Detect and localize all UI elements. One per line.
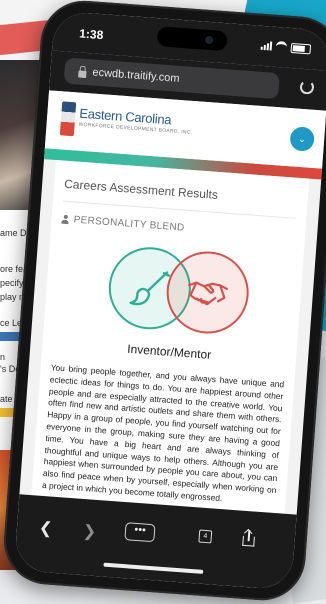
tabs-button[interactable]: 4 (198, 529, 213, 544)
wifi-icon (275, 40, 288, 53)
share-icon[interactable] (242, 528, 255, 547)
personality-blend-diagram (53, 231, 294, 358)
battery-icon (290, 42, 312, 54)
menu-button[interactable]: ⌄ (289, 126, 316, 152)
result-description: You bring people together, and you alway… (41, 362, 285, 504)
background-snippet: n (0, 352, 6, 362)
phone-screen: 1:38 ecwdb.traitify.com Eastern Carolina (13, 10, 326, 591)
signal-icon (260, 41, 273, 51)
more-button[interactable]: ••• (124, 522, 156, 543)
forward-icon[interactable]: ❯ (82, 521, 97, 542)
url-text: ecwdb.traitify.com (92, 66, 180, 85)
lock-icon (78, 69, 87, 78)
camera-icon (204, 35, 214, 45)
page-title: Careers Assessment Results (62, 170, 299, 219)
home-indicator[interactable] (103, 562, 204, 574)
section-label: PERSONALITY BLEND (73, 214, 185, 234)
lighthouse-logo-icon (59, 101, 77, 137)
dynamic-island (156, 26, 228, 52)
status-icons (260, 40, 312, 55)
handshake-icon (188, 281, 229, 306)
chevron-down-icon: ⌄ (298, 133, 307, 144)
reload-icon[interactable] (299, 79, 315, 95)
background-snippet: ate (0, 394, 13, 404)
back-icon[interactable]: ❮ (38, 518, 53, 539)
phone-device: 1:38 ecwdb.traitify.com Eastern Carolina (0, 0, 326, 604)
status-time: 1:38 (78, 26, 104, 43)
person-icon (61, 215, 69, 224)
